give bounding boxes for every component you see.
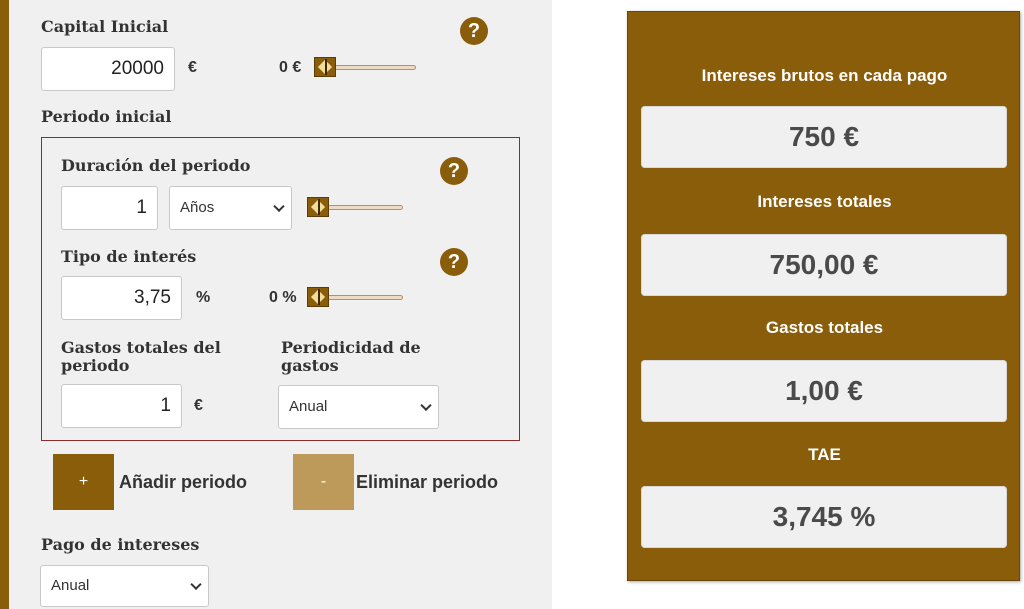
pago-select[interactable]: Anual [40,565,209,607]
pago-select-value: Anual [51,577,90,594]
slider-thumb[interactable] [307,287,329,307]
tipo-input[interactable]: 3,75 [61,276,182,320]
slider-track [317,205,403,210]
capital-slider-value: 0 € [279,59,302,76]
duracion-select-value: Años [180,199,215,216]
periodicidad-select[interactable]: Anual [278,385,439,429]
pago-label: Pago de intereses [41,535,200,554]
remove-period-button[interactable]: - [293,454,354,510]
add-period-label[interactable]: Añadir periodo [119,472,247,493]
gastos-unit: € [194,397,203,414]
periodicidad-select-value: Anual [289,398,328,415]
intereses-totales-value: 750,00 € [641,234,1007,296]
gastos-input[interactable]: 1 [61,384,182,428]
intereses-brutos-label: Intereses brutos en cada pago [701,66,948,85]
slider-thumb[interactable] [307,197,329,217]
help-icon[interactable]: ? [440,248,468,276]
capital-input[interactable]: 20000 [41,47,175,91]
left-accent-strip [0,0,9,609]
tipo-unit: % [196,289,211,306]
duracion-slider[interactable] [307,197,403,217]
duracion-unit-select[interactable]: Años [169,186,292,230]
help-icon[interactable]: ? [460,17,488,45]
intereses-totales-label: Intereses totales [757,192,892,211]
tipo-slider-value: 0 % [269,289,297,306]
chevron-down-icon [190,578,202,591]
intereses-brutos-value: 750 € [641,106,1007,168]
results-panel: Intereses brutos en cada pago 750 € Inte… [627,11,1020,581]
remove-period-label[interactable]: Eliminar periodo [356,472,498,493]
chevron-down-icon [420,399,432,412]
tae-value: 3,745 % [641,486,1007,548]
help-icon[interactable]: ? [440,157,468,185]
slider-track [324,65,416,70]
periodo-inicial-title: Periodo inicial [41,107,172,126]
gastos-label: Gastos totales del periodo [61,338,221,375]
duracion-input[interactable]: 1 [61,186,158,230]
gastos-totales-value: 1,00 € [641,360,1007,422]
chevron-down-icon [273,200,285,213]
capital-label: Capital Inicial [41,17,169,36]
slider-thumb[interactable] [314,57,336,77]
duracion-label: Duración del periodo [61,156,251,175]
tae-label: TAE [808,445,841,464]
slider-track [317,295,403,300]
periodicidad-label: Periodicidad de gastos [281,338,421,375]
gastos-totales-label: Gastos totales [765,318,884,337]
tipo-label: Tipo de interés [61,247,197,266]
add-period-button[interactable]: + [53,454,114,510]
tipo-slider[interactable] [307,287,403,307]
capital-unit: € [188,59,197,76]
capital-slider[interactable] [314,57,416,77]
